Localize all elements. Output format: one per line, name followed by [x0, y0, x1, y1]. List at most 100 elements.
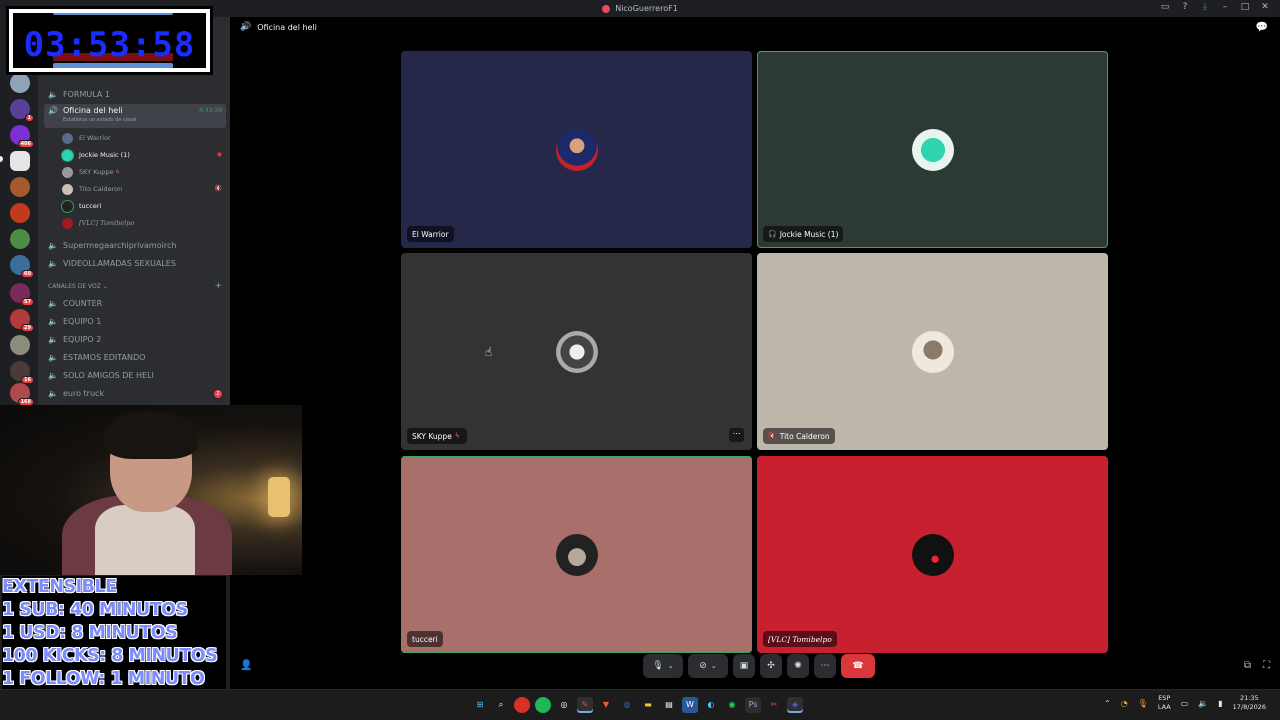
server-icon[interactable]: 1 [10, 99, 34, 122]
server-icon[interactable] [10, 335, 30, 355]
voice-channel-formula-1[interactable]: 🔈 FORMULA 1 [44, 86, 226, 103]
video-tile-jockie-music[interactable]: 🎧 Jockie Music (1) [757, 51, 1108, 248]
start-icon[interactable]: ⊞ [472, 697, 488, 713]
photoshop-icon[interactable]: Ps [745, 697, 761, 713]
voice-channel[interactable]: 🔈 COUNTER [44, 295, 226, 312]
disconnect-button[interactable]: ☎ [841, 654, 875, 678]
locked-speaker-icon: 🔈 [48, 259, 58, 268]
voice-channel[interactable]: 🔈 SOLO AMIGOS DE HELI [44, 367, 226, 384]
help-icon[interactable]: ? [1180, 2, 1190, 12]
voice-channel[interactable]: 🔈 EQUIPO 1 [44, 313, 226, 330]
chevron-up-icon[interactable]: ⌃ [1104, 699, 1111, 708]
mention-badge: 2 [214, 389, 222, 398]
server-icon[interactable]: 60 [10, 255, 34, 278]
voice-member[interactable]: Tito Calderon [62, 182, 122, 196]
spotify-icon[interactable] [535, 697, 551, 713]
speaker-icon: 🔈 [48, 299, 58, 308]
language-indicator[interactable]: ESP LAA [1158, 694, 1171, 712]
microphone-icon[interactable]: 🎙 [1138, 699, 1148, 708]
voice-channel[interactable]: 🔈 VIDEOLLAMADAS SEXUALES [44, 255, 226, 272]
video-tile-el-warrior[interactable]: El Warrior [401, 51, 752, 248]
server-icon[interactable]: 16 [10, 361, 34, 384]
video-tile-vlc-tomibelpo[interactable]: [VLC] Tomibelpo [757, 456, 1108, 653]
voice-member[interactable]: tucceri [62, 199, 101, 213]
brave-icon[interactable]: ▼ [598, 697, 614, 713]
speaker-icon: 🔈 [48, 317, 58, 326]
voice-member[interactable]: SKY Kuppe ϟ [62, 165, 120, 179]
screen-share-button[interactable]: ▣ [733, 654, 755, 678]
search-icon[interactable]: ⌕ [493, 697, 509, 713]
chrome-icon[interactable] [514, 697, 530, 713]
server-icon[interactable] [10, 203, 30, 223]
obs-icon[interactable]: ◎ [556, 697, 572, 713]
video-tile-tito-calderon[interactable]: 🔇 Tito Calderon [757, 253, 1108, 450]
maximize-button[interactable]: □ [1240, 2, 1250, 12]
voice-channel-active[interactable]: 🔊 Oficina del heli 4:43:39 Establece un … [44, 104, 226, 128]
overlay-line: 1 FOLLOW: 1 MINUTO [2, 669, 205, 689]
camera-button[interactable]: ⊘ ⌄ [688, 654, 728, 678]
server-icon[interactable]: 29 [10, 309, 34, 332]
window-controls: ▭ ? ⤓ – □ ✕ [1160, 2, 1270, 12]
popout-icon[interactable]: ⧉ [1244, 660, 1251, 671]
clock[interactable]: 21:35 17/8/2026 [1233, 694, 1266, 712]
voice-channel[interactable]: 🔈 euro truck 2 [44, 385, 226, 402]
more-options-button[interactable]: ⋯ [729, 428, 744, 442]
voice-channel[interactable]: 🔈 EQUIPO 2 [44, 331, 226, 348]
download-icon[interactable]: ⤓ [1200, 2, 1210, 12]
webcam-feed [0, 405, 302, 575]
store-icon[interactable]: ▤ [661, 697, 677, 713]
speaker-icon: 🔈 [48, 90, 58, 99]
file-explorer-icon[interactable]: ▬ [640, 697, 656, 713]
server-icon[interactable]: 406 [10, 125, 34, 148]
speaker-icon: 🔊 [240, 22, 252, 32]
inbox-icon[interactable]: ▭ [1160, 2, 1170, 12]
steam-icon[interactable]: ◍ [619, 697, 635, 713]
battery-icon[interactable]: ▮ [1218, 699, 1222, 708]
add-user-icon[interactable]: 👤 [240, 660, 252, 671]
fullscreen-icon[interactable]: ⛶ [1263, 660, 1270, 671]
locked-speaker-icon: 🔈 [48, 389, 58, 398]
xbox-icon[interactable]: ◉ [724, 697, 740, 713]
chevron-down-icon[interactable]: ⌄ [711, 662, 717, 670]
tile-name-label: 🔇 Tito Calderon [763, 428, 835, 444]
chat-icon[interactable]: 💬 [1256, 22, 1268, 33]
channel-status[interactable]: Establece un estado de canal [63, 117, 137, 123]
voice-member[interactable]: Jockie Music (1) [62, 148, 130, 162]
overlay-line: 100 KICKS: 8 MINUTOS [2, 646, 218, 666]
video-tile-tucceri[interactable]: tucceri [401, 456, 752, 653]
activities-button[interactable]: ✣ [760, 654, 782, 678]
capcut-icon[interactable]: ✂ [766, 697, 782, 713]
server-icon[interactable] [10, 151, 30, 171]
avatar [62, 183, 73, 195]
soundboard-button[interactable]: ✺ [787, 654, 809, 678]
more-button[interactable]: ⋯ [814, 654, 836, 678]
close-button[interactable]: ✕ [1260, 2, 1270, 12]
streaming-app-icon[interactable]: ✎ [577, 697, 593, 713]
server-icon[interactable]: 57 [10, 283, 34, 306]
call-channel-title: Oficina del heli [257, 22, 317, 32]
server-icon[interactable] [10, 229, 30, 249]
server-icon[interactable] [10, 177, 30, 197]
microphone-button[interactable]: 🎙 ⌄ [643, 654, 683, 678]
voice-channel[interactable]: 🔈 Supermegaarchiprivamoirch [44, 237, 226, 254]
word-icon[interactable]: W [682, 697, 698, 713]
minimize-button[interactable]: – [1220, 2, 1230, 12]
call-controls: 🎙 ⌄ ⊘ ⌄ ▣ ✣ ✺ ⋯ ☎ [643, 654, 875, 678]
voice-member[interactable]: [VLC] Tomibelpo [62, 216, 134, 230]
server-icon[interactable] [10, 73, 30, 93]
edge-icon[interactable]: ◐ [703, 697, 719, 713]
tray-app-icon[interactable]: ◔ [1121, 699, 1128, 708]
server-icon[interactable]: 168 [10, 383, 34, 406]
voice-channel[interactable]: 🔈 ESTAMOS EDITANDO [44, 349, 226, 366]
volume-icon[interactable]: 🔉 [1198, 699, 1208, 708]
screen-share-icon: ▣ [739, 661, 749, 671]
server-selected-pip [0, 156, 3, 162]
mouse-cursor-icon: ☝ [485, 345, 493, 359]
add-channel-button[interactable]: + [214, 281, 222, 291]
category-header[interactable]: CANALES DE VOZ ⌄ [48, 283, 108, 290]
network-icon[interactable]: ▭ [1181, 699, 1189, 708]
discord-icon[interactable]: ◈ [787, 697, 803, 713]
chevron-down-icon[interactable]: ⌄ [668, 662, 674, 670]
video-tile-sky-kuppe[interactable]: SKY Kuppe ϟ ⋯ [401, 253, 752, 450]
voice-member[interactable]: El Warrior [62, 131, 111, 145]
